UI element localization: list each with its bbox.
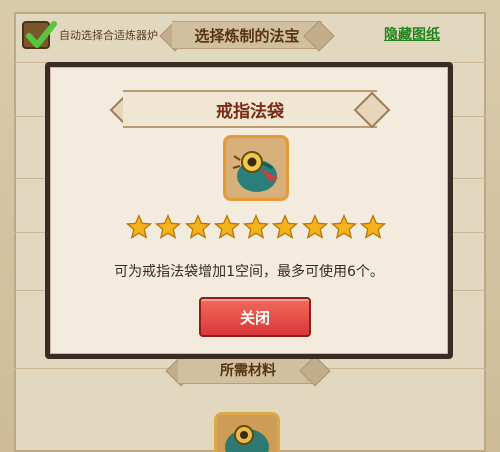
star-icon (272, 214, 299, 239)
star-icon (126, 214, 152, 239)
item-icon-box (223, 135, 289, 201)
item-info-dialog: 戒指法袋 可为戒指法袋增加1空间，最多可使用6个。 关闭 (45, 62, 453, 359)
close-button-label: 关闭 (239, 308, 270, 327)
star-icon (330, 214, 357, 239)
dialog-body: 戒指法袋 可为戒指法袋增加1空间，最多可使用6个。 关闭 (50, 67, 448, 354)
cloth-bag-icon (232, 151, 278, 192)
dialog-title-banner: 戒指法袋 (123, 90, 377, 128)
star-icon (243, 214, 269, 239)
star-icon (301, 214, 328, 239)
star-icon (155, 214, 182, 239)
star-rating (126, 214, 386, 240)
star-icon (360, 214, 386, 239)
star-icon (184, 214, 211, 239)
star-icon (213, 214, 240, 239)
close-button[interactable]: 关闭 (199, 297, 311, 337)
item-description: 可为戒指法袋增加1空间，最多可使用6个。 (114, 264, 384, 280)
dialog-title: 戒指法袋 (216, 101, 284, 122)
